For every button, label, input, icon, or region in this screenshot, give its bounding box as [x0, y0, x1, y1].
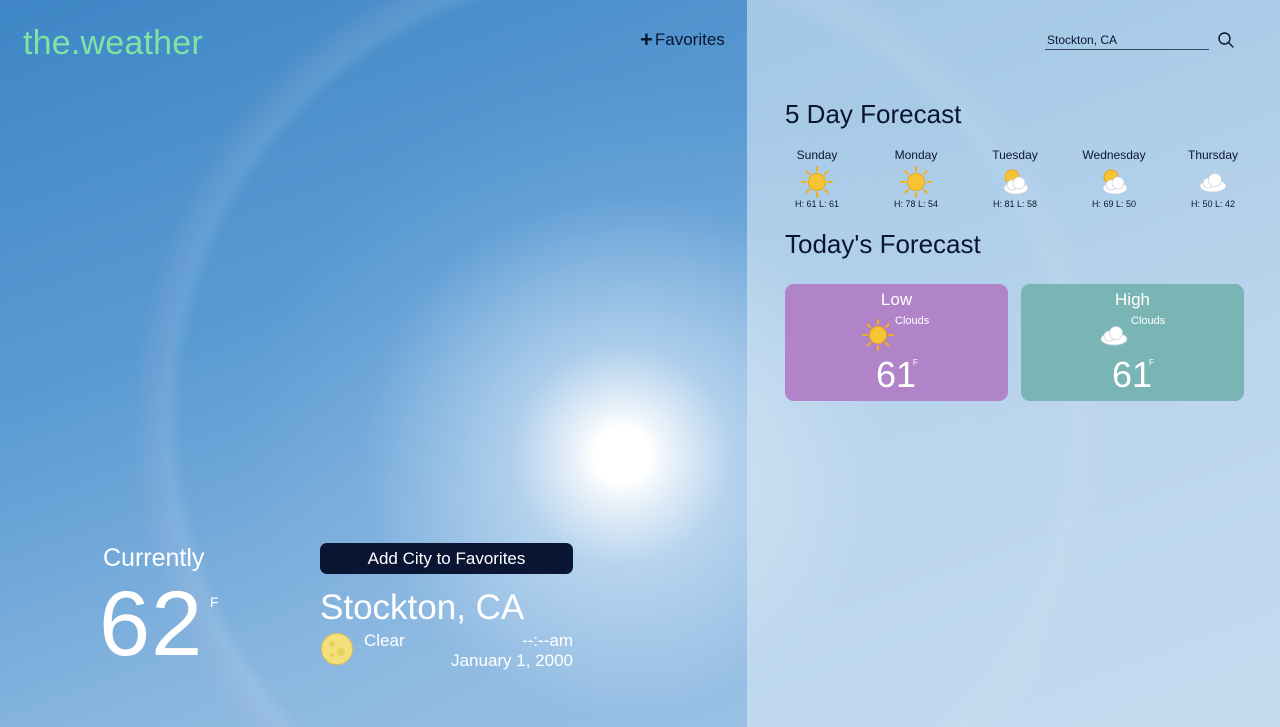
sun-icon: [801, 166, 833, 198]
day-high-low: H: 61 L: 61: [794, 199, 840, 209]
cloud-icon: [1199, 173, 1227, 193]
low-card-temp: 61: [876, 354, 917, 395]
high-card-unit: F: [1149, 358, 1154, 367]
partly-cloudy-icon: [1102, 169, 1128, 195]
five-day-title: 5 Day Forecast: [785, 99, 962, 129]
local-date: January 1, 2000: [451, 651, 573, 670]
favorites-link[interactable]: + Favorites: [640, 29, 725, 51]
day-high-low: H: 81 L: 58: [992, 199, 1038, 209]
forecast-day: Thursday H: 50 L: 42: [1178, 148, 1248, 209]
favorites-label: Favorites: [654, 30, 725, 49]
currently-label: Currently: [103, 544, 205, 572]
day-name: Sunday: [796, 148, 838, 162]
app-logo[interactable]: the.weather: [23, 24, 203, 63]
local-time: --:--am: [522, 631, 573, 650]
day-name: Tuesday: [992, 148, 1038, 162]
sun-icon: [862, 319, 894, 351]
high-card-temp: 61: [1112, 354, 1153, 395]
five-day-forecast: Sunday H: 61 L: 61 Monday H: 78 L: 54 Tu…: [782, 148, 1248, 209]
high-card-description: Clouds: [1131, 315, 1166, 327]
forecast-day: Monday H: 78 L: 54: [881, 148, 951, 209]
search-icon[interactable]: [1217, 31, 1235, 49]
forecast-day: Sunday H: 61 L: 61: [782, 148, 852, 209]
forecast-day: Wednesday H: 69 L: 50: [1079, 148, 1149, 209]
day-high-low: H: 50 L: 42: [1190, 199, 1236, 209]
high-card-title: High: [1115, 290, 1150, 309]
add-city-to-favorites-button[interactable]: Add City to Favorites: [320, 543, 573, 574]
cloud-icon: [1100, 326, 1128, 346]
forecast-day: Tuesday H: 81 L: 58: [980, 148, 1050, 209]
current-temp-unit: F: [210, 594, 219, 610]
search-bar: [1045, 28, 1240, 52]
day-high-low: H: 69 L: 50: [1091, 199, 1137, 209]
sun-icon: [900, 166, 932, 198]
day-name: Monday: [894, 148, 938, 162]
moon-icon: [321, 633, 353, 665]
low-card-description: Clouds: [895, 315, 930, 327]
low-card-unit: F: [913, 358, 918, 367]
low-card-title: Low: [880, 290, 913, 309]
search-input[interactable]: [1045, 30, 1209, 50]
plus-icon: +: [640, 27, 653, 52]
today-forecast-title: Today's Forecast: [785, 229, 981, 259]
high-card: High Clouds 61 F: [1021, 284, 1244, 401]
city-name: Stockton, CA: [320, 588, 525, 627]
day-high-low: H: 78 L: 54: [893, 199, 939, 209]
day-name: Thursday: [1187, 148, 1239, 162]
current-temperature: 62: [99, 573, 204, 675]
day-name: Wednesday: [1082, 148, 1146, 162]
low-card: Low Clouds 61 F: [785, 284, 1008, 401]
current-condition: Clear: [364, 631, 405, 650]
partly-cloudy-icon: [1003, 169, 1029, 195]
